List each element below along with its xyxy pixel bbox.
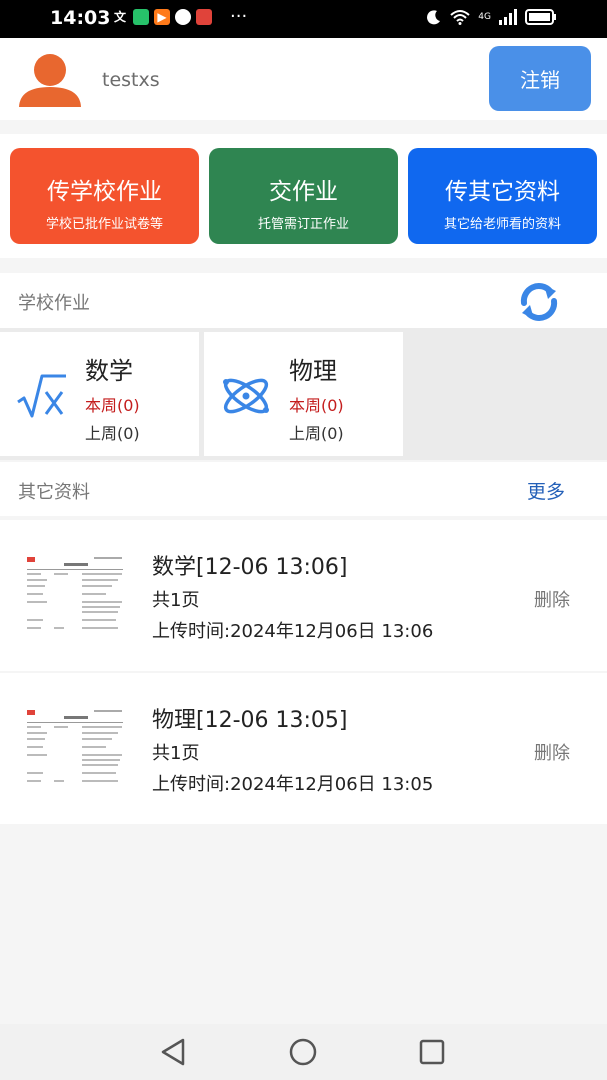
document-thumbnail[interactable] [24, 551, 126, 639]
status-bar: 14:03 文 ▶ ··· 4G [0, 0, 607, 38]
username: testxs [102, 69, 160, 91]
document-title: 数学[12-06 13:06] [152, 555, 348, 580]
network-type: 4G [478, 12, 491, 22]
video-icon: ▶ [154, 9, 170, 25]
clock: 14:03 [50, 7, 111, 29]
upload-other-materials-button[interactable]: 传其它资料 其它给老师看的资料 [408, 148, 597, 244]
action-panel: 传学校作业 学校已批作业试卷等 交作业 托管需订正作业 传其它资料 其它给老师看… [0, 134, 607, 258]
this-week-count: 本周(0) [289, 396, 344, 415]
subject-name: 物理 [289, 357, 337, 385]
document-title: 物理[12-06 13:05] [152, 708, 348, 733]
logout-button[interactable]: 注销 [489, 46, 591, 111]
refresh-icon[interactable] [516, 281, 562, 323]
browser-icon [175, 9, 191, 25]
other-materials-title: 其它资料 [18, 482, 90, 503]
upload-other-materials-title: 传其它资料 [445, 179, 560, 205]
document-pages: 共1页 [152, 590, 200, 611]
sqrt-x-icon [17, 374, 66, 418]
signal-icon [499, 9, 517, 25]
recents-icon[interactable] [416, 1036, 448, 1068]
more-link[interactable]: 更多 [527, 477, 565, 504]
subject-name: 数学 [85, 357, 133, 385]
this-week-count: 本周(0) [85, 396, 140, 415]
submit-homework-button[interactable]: 交作业 托管需订正作业 [209, 148, 398, 244]
avatar-icon[interactable] [18, 51, 82, 107]
translate-icon: 文 [113, 10, 126, 24]
submit-homework-title: 交作业 [269, 179, 338, 205]
system-icons: 4G [426, 9, 557, 25]
delete-button[interactable]: 删除 [534, 586, 570, 612]
more-notifications-icon: ··· [230, 6, 248, 27]
home-icon[interactable] [287, 1036, 319, 1068]
subject-grid: 数学 本周(0) 上周(0) 物理 本周(0) 上周(0) [0, 328, 607, 460]
submit-homework-subtitle: 托管需订正作业 [257, 217, 349, 232]
upload-other-materials-subtitle: 其它给老师看的资料 [443, 217, 561, 232]
document-pages: 共1页 [152, 743, 200, 764]
atom-icon [223, 378, 269, 414]
dnd-moon-icon [427, 10, 441, 25]
list-item[interactable]: 数学[12-06 13:06] 共1页 上传时间:2024年12月06日 13:… [0, 520, 607, 671]
document-thumbnail[interactable] [24, 704, 126, 792]
list-item[interactable]: 物理[12-06 13:05] 共1页 上传时间:2024年12月06日 13:… [0, 673, 607, 824]
chat-icon [133, 9, 149, 25]
delete-button[interactable]: 删除 [534, 739, 570, 765]
upload-school-homework-button[interactable]: 传学校作业 学校已批作业试卷等 [10, 148, 199, 244]
other-materials-header: 其它资料 更多 [0, 462, 607, 516]
navigation-bar [0, 1024, 607, 1080]
upload-school-homework-title: 传学校作业 [47, 179, 162, 205]
back-icon[interactable] [157, 1036, 189, 1068]
last-week-count: 上周(0) [289, 424, 344, 443]
last-week-count: 上周(0) [85, 424, 140, 443]
notification-icons: 文 ▶ [112, 9, 212, 25]
profile-header: testxs 注销 [0, 38, 607, 120]
school-homework-title: 学校作业 [18, 293, 90, 314]
document-upload-time: 上传时间:2024年12月06日 13:06 [152, 621, 434, 642]
book-icon [196, 9, 212, 25]
document-upload-time: 上传时间:2024年12月06日 13:05 [152, 774, 434, 795]
battery-icon [525, 9, 556, 25]
wifi-icon [450, 10, 470, 25]
subject-card-physics[interactable]: 物理 本周(0) 上周(0) [204, 332, 403, 456]
school-homework-header: 学校作业 [0, 273, 607, 328]
subject-card-math[interactable]: 数学 本周(0) 上周(0) [0, 332, 199, 456]
upload-school-homework-subtitle: 学校已批作业试卷等 [45, 217, 163, 232]
